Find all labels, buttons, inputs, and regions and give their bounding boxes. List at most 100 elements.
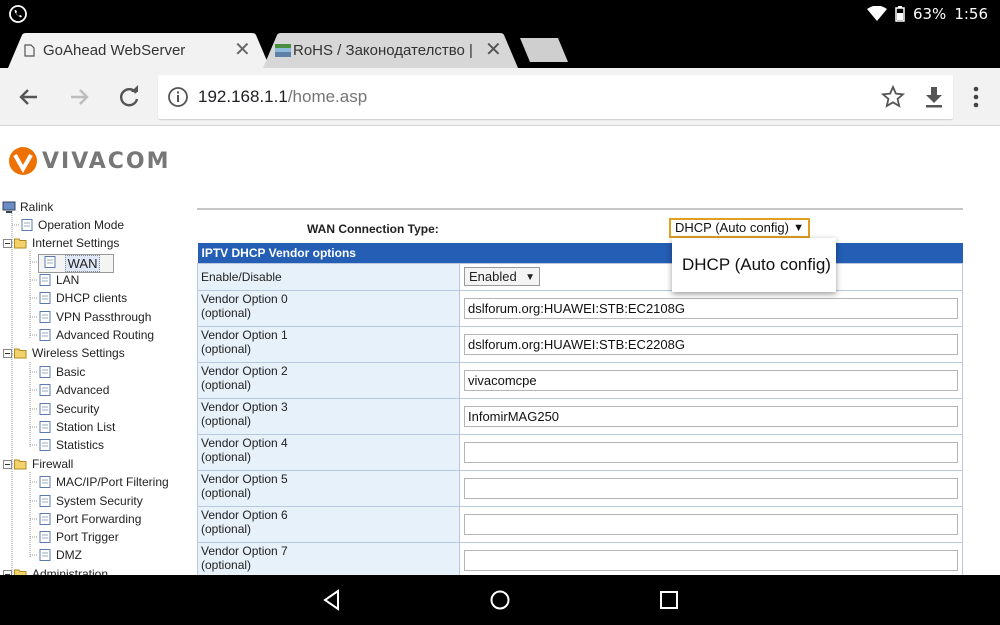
vendor-option-input[interactable] — [464, 513, 958, 535]
vendor-option-label: Vendor Option 7 — [201, 543, 288, 558]
vendor-option-input[interactable]: dslforum.org:HUAWEI:STB:EC2108G — [464, 297, 958, 319]
chevron-down-icon: ▼ — [525, 272, 535, 283]
tree-label: Station List — [56, 420, 116, 434]
collapse-icon[interactable] — [3, 348, 12, 358]
page-icon — [39, 421, 51, 433]
enable-select[interactable]: Enabled ▼ — [464, 267, 540, 286]
address-bar[interactable]: 192.168.1.1/home.asp — [158, 75, 953, 119]
tree-label: System Security — [56, 494, 143, 508]
tree-item-port-forwarding[interactable]: Port Forwarding — [38, 511, 141, 527]
tree-folder-firewall[interactable]: Firewall — [3, 456, 73, 472]
wan-connection-value: DHCP (Auto config) — [675, 220, 789, 235]
vendor-option-input[interactable]: InfomirMAG250 — [464, 405, 958, 427]
tree-item-dhcp-clients[interactable]: DHCP clients — [38, 290, 127, 306]
page-icon — [39, 549, 51, 561]
vendor-option-input[interactable]: dslforum.org:HUAWEI:STB:EC2208G — [464, 333, 958, 355]
tree-item-port-trigger[interactable]: Port Trigger — [38, 529, 119, 545]
vendor-options-table: IPTV DHCP Vendor options Enable/Disable … — [197, 243, 963, 575]
recents-icon[interactable] — [657, 588, 681, 612]
tree-label: Ralink — [20, 200, 54, 214]
page-icon — [39, 495, 51, 507]
tree-label: Port Trigger — [56, 530, 119, 544]
tree-item-operation-mode[interactable]: Operation Mode — [20, 217, 124, 233]
table-row: Vendor Option 7 (optional) — [197, 541, 963, 575]
page-icon — [39, 311, 51, 323]
battery-percent: 63% — [912, 5, 947, 23]
download-icon[interactable] — [923, 85, 945, 109]
tree-folder-wireless-settings[interactable]: Wireless Settings — [3, 345, 125, 361]
vendor-option-input[interactable] — [464, 441, 958, 463]
home-icon[interactable] — [488, 588, 512, 612]
tree-label: Port Forwarding — [56, 512, 142, 526]
forward-arrow-icon[interactable] — [65, 83, 93, 111]
collapse-icon[interactable] — [3, 238, 12, 248]
vendor-option-label: Vendor Option 4 — [201, 435, 288, 450]
tab-strip: GoAhead WebServer ✕ RoHS / Законодателст… — [0, 28, 1000, 68]
vendor-option-input[interactable] — [464, 549, 958, 571]
vendor-option-sub: (optional) — [201, 305, 252, 320]
vendor-option-input[interactable]: vivacomcpe — [464, 369, 958, 391]
page-icon — [39, 531, 51, 543]
info-icon[interactable] — [167, 86, 189, 108]
navigation-bar — [0, 575, 1000, 625]
tree-item-basic[interactable]: Basic — [38, 364, 85, 380]
new-tab-button[interactable] — [520, 38, 568, 62]
reload-icon[interactable] — [115, 83, 143, 111]
vendor-option-input[interactable] — [464, 477, 958, 499]
folder-open-icon — [14, 459, 27, 470]
tree-label: Firewall — [32, 457, 74, 471]
page-icon — [39, 476, 51, 488]
url-path: /home.asp — [287, 87, 368, 106]
vendor-option-sub: (optional) — [201, 557, 252, 572]
tree-item-mac-ip-port-filtering[interactable]: MAC/IP/Port Filtering — [38, 474, 169, 490]
tree-item-statistics[interactable]: Statistics — [38, 437, 104, 453]
tree-label: Security — [56, 402, 100, 416]
vendor-option-label: Vendor Option 2 — [201, 363, 288, 378]
tree-item-station-list[interactable]: Station List — [38, 419, 115, 435]
wan-connection-select[interactable]: DHCP (Auto config) ▼ — [669, 218, 810, 238]
tree-root-ralink[interactable]: Ralink — [2, 199, 53, 215]
url-host: 192.168.1.1 — [198, 87, 288, 106]
clock: 1:56 — [954, 5, 988, 23]
vendor-option-sub: (optional) — [201, 341, 252, 356]
favicon-icon — [275, 44, 291, 57]
collapse-icon[interactable] — [3, 459, 12, 469]
wifi-icon — [866, 6, 887, 21]
page-icon — [39, 274, 51, 286]
row-label: Vendor Option 3 (optional) — [197, 397, 460, 435]
more-options-icon[interactable] — [966, 85, 986, 109]
vendor-option-label: Vendor Option 1 — [201, 327, 288, 342]
tree-item-security[interactable]: Security — [38, 401, 99, 417]
back-icon[interactable] — [320, 588, 344, 612]
vendor-option-label: Vendor Option 5 — [201, 471, 288, 486]
wan-connection-dropdown-option[interactable]: DHCP (Auto config) — [672, 238, 836, 292]
close-icon[interactable]: ✕ — [234, 33, 251, 68]
vivacom-logo-icon — [9, 147, 37, 175]
tab-rohs[interactable]: RoHS / Законодателство | Fa ✕ — [263, 33, 518, 68]
tree-item-vpn-passthrough[interactable]: VPN Passthrough — [38, 309, 151, 325]
tab-goahead[interactable]: GoAhead WebServer ✕ — [8, 33, 270, 68]
tree-item-dmz[interactable]: DMZ — [38, 547, 82, 563]
vendor-option-label: Vendor Option 3 — [201, 399, 288, 414]
back-arrow-icon[interactable] — [15, 83, 43, 111]
tree-item-advanced-routing[interactable]: Advanced Routing — [38, 327, 154, 343]
star-icon[interactable] — [881, 85, 905, 109]
tree-label: MAC/IP/Port Filtering — [56, 475, 169, 489]
vendor-option-sub: (optional) — [201, 485, 252, 500]
tree-item-advanced[interactable]: Advanced — [38, 382, 109, 398]
table-row: Vendor Option 0 (optional) dslforum.org:H… — [197, 289, 963, 327]
wan-connection-label: WAN Connection Type: — [307, 222, 439, 236]
tree-folder-administration[interactable]: Administration — [3, 566, 108, 575]
url-text[interactable]: 192.168.1.1/home.asp — [198, 75, 367, 119]
tree-item-wan[interactable]: WAN — [38, 254, 114, 273]
close-icon[interactable]: ✕ — [485, 33, 502, 68]
row-label: Vendor Option 6 (optional) — [197, 505, 460, 543]
tree-folder-internet-settings[interactable]: Internet Settings — [3, 235, 119, 251]
table-row: Vendor Option 5 (optional) — [197, 469, 963, 507]
vendor-option-sub: (optional) — [201, 377, 252, 392]
tree-item-system-security[interactable]: System Security — [38, 493, 143, 509]
tree-label: DMZ — [56, 548, 82, 562]
tree-item-lan[interactable]: LAN — [38, 272, 79, 288]
page-icon — [44, 256, 56, 268]
vendor-option-sub: (optional) — [201, 449, 252, 464]
